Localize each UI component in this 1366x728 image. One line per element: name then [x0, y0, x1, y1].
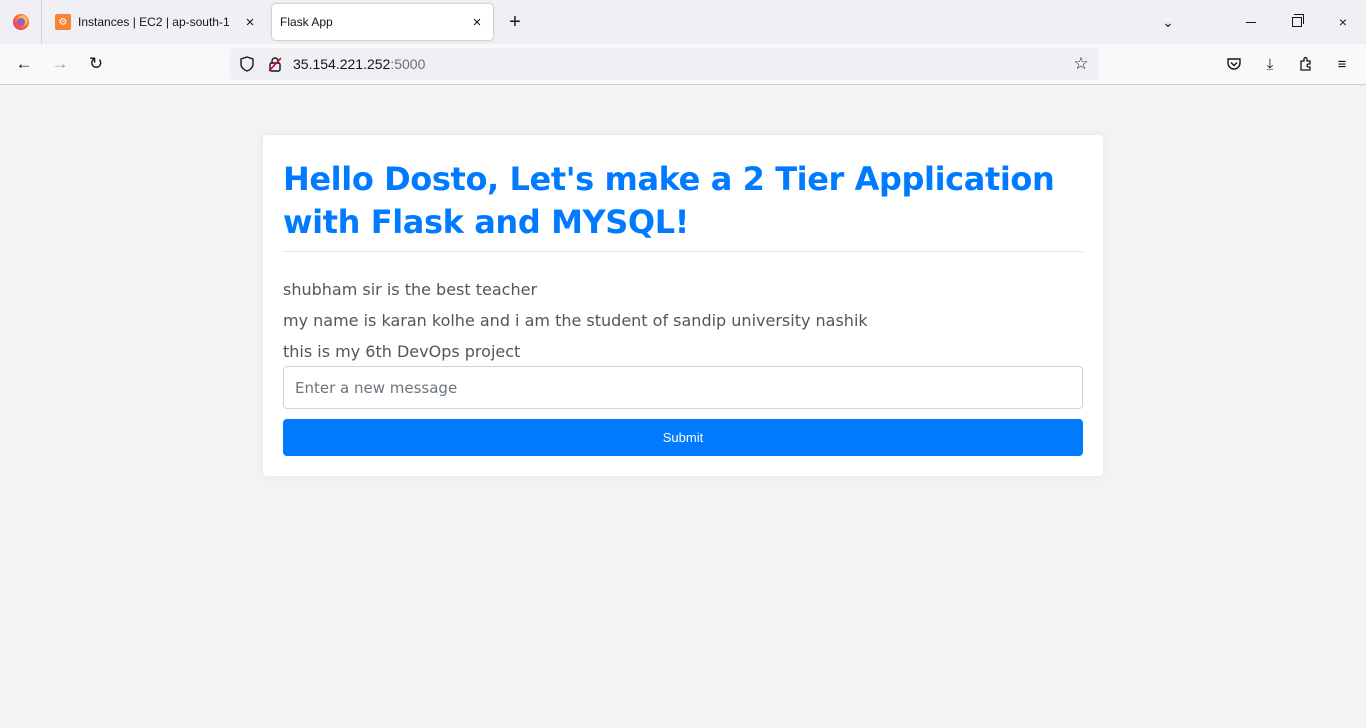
tab-label: Flask App — [280, 15, 333, 29]
new-tab-button[interactable]: + — [503, 10, 527, 34]
window-close-button[interactable]: × — [1320, 0, 1366, 44]
shield-icon[interactable] — [237, 54, 257, 74]
forward-icon[interactable]: → — [45, 49, 75, 79]
close-icon[interactable]: × — [465, 10, 489, 34]
reload-icon[interactable]: ↻ — [81, 49, 111, 79]
close-icon[interactable]: × — [238, 10, 262, 34]
message-list: shubham sir is the best teacher my name … — [283, 274, 1083, 367]
insecure-lock-icon[interactable] — [265, 54, 285, 74]
list-item: this is my 6th DevOps project — [283, 342, 521, 361]
app-card: Hello Dosto, Let's make a 2 Tier Applica… — [263, 135, 1103, 476]
title-divider — [283, 251, 1083, 252]
tab-flask-app[interactable]: Flask App × — [272, 4, 493, 40]
minimize-button[interactable] — [1228, 0, 1274, 44]
chevron-down-icon[interactable]: ⌄ — [1145, 0, 1191, 44]
url-port: :5000 — [390, 56, 426, 72]
hamburger-menu-icon[interactable]: ≡ — [1327, 49, 1357, 79]
url-host: 35.154.221.252 — [293, 56, 391, 72]
download-icon[interactable]: ⤓ — [1255, 49, 1285, 79]
url-text[interactable]: 35.154.221.252:5000 — [293, 56, 425, 72]
extensions-icon[interactable] — [1291, 49, 1321, 79]
firefox-view-button[interactable] — [0, 0, 42, 44]
pocket-icon[interactable] — [1219, 49, 1249, 79]
list-item: my name is karan kolhe and i am the stud… — [283, 311, 868, 330]
submit-button[interactable]: Submit — [283, 419, 1083, 456]
minimize-icon — [1246, 21, 1256, 23]
bookmark-star-icon[interactable]: ☆ — [1069, 52, 1093, 76]
tab-instances-ec2[interactable]: ⚙ Instances | EC2 | ap-south-1 × — [48, 4, 266, 40]
new-message-input[interactable] — [283, 366, 1083, 409]
restore-button[interactable] — [1274, 0, 1320, 44]
firefox-icon — [12, 14, 29, 30]
restore-icon — [1292, 14, 1304, 27]
browser-tab-strip: ⚙ Instances | EC2 | ap-south-1 × Flask A… — [0, 0, 1366, 44]
back-icon[interactable]: ← — [9, 49, 39, 79]
browser-navigation-bar: ← → ↻ 35.154.221.252:5000 ☆ ⤓ ≡ — [0, 44, 1366, 85]
address-bar[interactable]: 35.154.221.252:5000 ☆ — [230, 48, 1099, 80]
aws-ec2-icon: ⚙ — [55, 14, 71, 30]
tab-label: Instances | EC2 | ap-south-1 — [78, 15, 230, 29]
list-item: shubham sir is the best teacher — [283, 280, 538, 299]
page-title: Hello Dosto, Let's make a 2 Tier Applica… — [283, 160, 1055, 241]
